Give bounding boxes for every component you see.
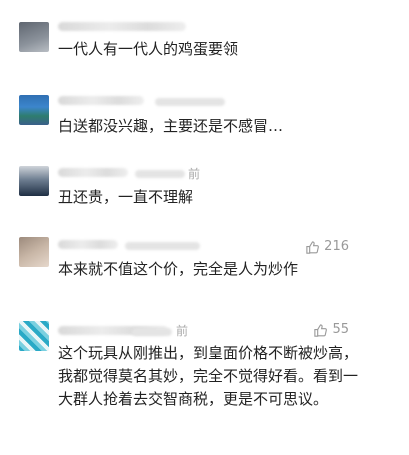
timestamp-blurred (132, 328, 172, 336)
comment-text: 一代人有一代人的鸡蛋要领 (58, 40, 239, 58)
username-blurred[interactable] (58, 96, 144, 105)
comment-item: 前 丑还贵，一直不理解 (0, 142, 409, 222)
timestamp-blurred (135, 170, 185, 178)
comment-text: 丑还贵，一直不理解 (58, 188, 194, 206)
thumbs-up-icon (313, 323, 328, 338)
avatar[interactable] (19, 237, 49, 267)
comment-text: 本来就不值这个价，完全是人为炒作 (58, 260, 299, 278)
like-button[interactable]: 216 (305, 239, 349, 255)
like-button[interactable]: 55 (313, 322, 349, 338)
timestamp-suffix: 前 (188, 167, 201, 181)
avatar[interactable] (19, 95, 49, 125)
username-blurred[interactable] (58, 168, 128, 177)
avatar[interactable] (19, 321, 49, 351)
like-count: 55 (332, 322, 349, 337)
like-count: 216 (324, 239, 349, 254)
comment-item: 前 55 这个玩具从刚推出，到皇面价格不断被炒高，我都觉得莫名其妙，完全不觉得好… (0, 304, 409, 455)
timestamp-blurred (155, 98, 225, 106)
comment-item: 216 本来就不值这个价，完全是人为炒作 (0, 222, 409, 304)
comment-item: 一代人有一代人的鸡蛋要领 (0, 0, 409, 70)
avatar[interactable] (19, 166, 49, 196)
timestamp-suffix: 前 (176, 324, 189, 338)
thumbs-up-icon (305, 240, 320, 255)
comment-text: 白送都没兴趣，主要还是不感冒… (58, 117, 284, 135)
username-blurred[interactable] (58, 22, 186, 31)
comment-text: 这个玩具从刚推出，到皇面价格不断被炒高，我都觉得莫名其妙，完全不觉得好看。看到一… (58, 344, 359, 408)
avatar[interactable] (19, 22, 49, 52)
timestamp-blurred (125, 242, 200, 250)
username-blurred[interactable] (58, 240, 118, 249)
comment-item: 白送都没兴趣，主要还是不感冒… (0, 70, 409, 142)
